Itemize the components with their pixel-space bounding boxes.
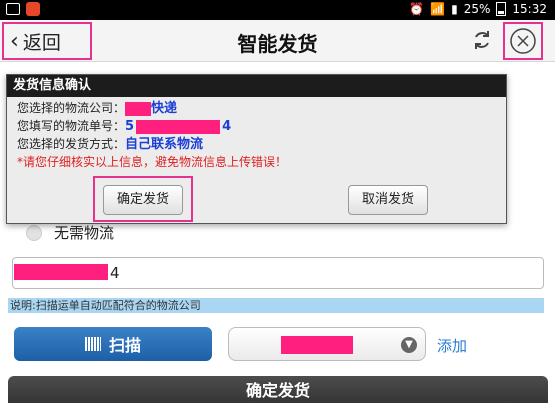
scan-button[interactable]: 扫描 — [14, 327, 212, 361]
app-notification-icon — [26, 2, 40, 16]
radio-button[interactable] — [26, 224, 42, 241]
scan-note: 说明:扫描运单自动匹配符合的物流公司 — [8, 298, 544, 313]
warning-text: *请您仔细核实以上信息，避免物流信息上传错误！ — [17, 155, 288, 169]
dialog-cancel-button[interactable]: 取消发货 — [348, 185, 428, 215]
carrier-label: 您选择的物流公司： — [17, 101, 126, 115]
tracking-row: 您填写的物流单号：5 4 — [17, 117, 496, 135]
no-logistics-option[interactable]: 无需物流 — [26, 222, 114, 243]
battery-icon — [496, 2, 507, 16]
dialog-title: 发货信息确认 — [7, 75, 506, 97]
chevron-down-icon: ▼ — [401, 337, 417, 353]
method-label: 您选择的发货方式： — [17, 137, 126, 151]
signal-icon: ▮ — [451, 2, 458, 16]
redacted-carrier — [125, 101, 152, 116]
status-bar: ⏰ 📶 ▮ 25% 15:32 — [0, 0, 555, 20]
image-notification-icon — [6, 3, 20, 15]
clock: 15:32 — [512, 2, 547, 16]
shipping-confirm-dialog: 发货信息确认 您选择的物流公司： 快递 您填写的物流单号：5 4 您选择的发货方式：… — [6, 74, 507, 224]
dialog-confirm-button[interactable]: 确定发货 — [103, 185, 183, 215]
close-circle-icon — [510, 28, 536, 54]
refresh-icon[interactable] — [470, 28, 494, 52]
tracking-suffix: 4 — [222, 119, 232, 134]
carrier-row: 您选择的物流公司： 快递 — [17, 99, 496, 117]
redacted-tracking — [136, 119, 221, 134]
tracking-label: 您填写的物流单号： — [17, 119, 126, 133]
redacted-carrier-name — [281, 336, 353, 354]
carrier-select[interactable]: ▼ — [228, 327, 426, 361]
wifi-icon: 📶 — [430, 2, 446, 16]
confirm-ship-button[interactable]: 确定发货 — [8, 376, 548, 403]
method-value: 自己联系物流 — [125, 137, 204, 152]
battery-percent: 25% — [463, 2, 491, 16]
status-right: ⏰ 📶 ▮ 25% 15:32 — [409, 2, 547, 16]
app-header: ‹ 返回 智能发货 — [0, 20, 555, 62]
dialog-body: 您选择的物流公司： 快递 您填写的物流单号：5 4 您选择的发货方式：自己联系物流 … — [7, 97, 506, 173]
carrier-value: 快递 — [151, 101, 178, 116]
method-row: 您选择的发货方式：自己联系物流 — [17, 135, 496, 153]
add-carrier-link[interactable]: 添加 — [437, 335, 467, 356]
scan-label: 扫描 — [108, 336, 141, 355]
barcode-icon — [84, 337, 101, 351]
redacted-tracking-number — [14, 264, 108, 280]
status-left — [6, 2, 40, 16]
tracking-prefix: 5 — [125, 119, 135, 134]
no-logistics-label: 无需物流 — [54, 224, 115, 242]
tracking-number-suffix: 4 — [110, 264, 120, 282]
alarm-icon: ⏰ — [409, 2, 425, 16]
close-button[interactable] — [503, 22, 543, 60]
